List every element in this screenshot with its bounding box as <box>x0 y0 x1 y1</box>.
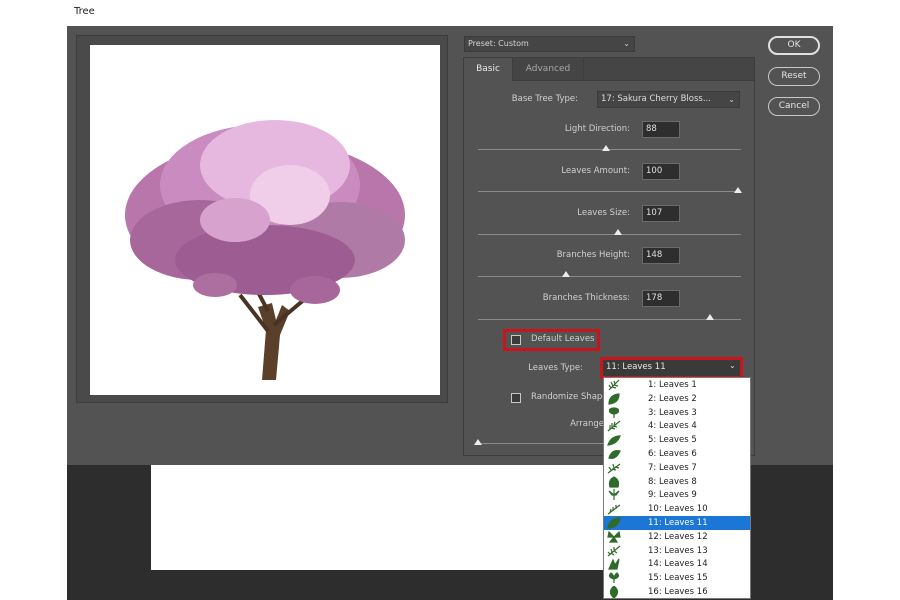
arrange-thumb[interactable] <box>474 439 482 445</box>
leaves-size-slider[interactable] <box>478 234 741 235</box>
leaves-option-label: 12: Leaves 12 <box>648 531 708 542</box>
leaves-amount-thumb[interactable] <box>734 187 742 193</box>
tab-basic[interactable]: Basic <box>464 58 513 81</box>
leaf-icon <box>607 463 621 474</box>
leaves-option[interactable]: 1: Leaves 1 <box>604 378 750 392</box>
leaves-option[interactable]: 7: Leaves 7 <box>604 461 750 475</box>
light-direction-label: Light Direction: <box>564 124 630 134</box>
leaf-icon <box>608 393 620 405</box>
leaves-option-label: 6: Leaves 6 <box>648 449 697 459</box>
leaves-size-input[interactable]: 107 <box>642 205 680 222</box>
leaves-option[interactable]: 16: Leaves 16 <box>604 585 750 598</box>
branches-thickness-label: Branches Thickness: <box>542 293 630 303</box>
branches-thickness-thumb[interactable] <box>706 314 714 320</box>
branches-thickness-input[interactable]: 178 <box>642 290 680 307</box>
tree-preview <box>90 45 440 395</box>
leaves-option-label: 15: Leaves 15 <box>648 573 708 584</box>
ok-button[interactable]: OK <box>768 36 820 55</box>
leaves-option[interactable]: 9: Leaves 9 <box>604 488 750 502</box>
leaves-option[interactable]: 4: Leaves 4 <box>604 419 750 433</box>
leaves-type-dropdown[interactable]: 1: Leaves 1 2: Leaves 2 3: Leaves 3 4: Leav… <box>603 377 751 599</box>
leaves-option-label: 2: Leaves 2 <box>648 393 697 404</box>
leaves-option[interactable]: 2: Leaves 2 <box>604 392 750 406</box>
leaves-option[interactable]: 15: Leaves 15 <box>604 571 750 585</box>
leaves-type-highlight <box>600 357 743 379</box>
leaves-option[interactable]: 10: Leaves 10 <box>604 502 750 516</box>
leaves-option-label: 8: Leaves 8 <box>648 476 697 487</box>
branches-height-slider[interactable] <box>478 276 741 277</box>
leaves-amount-slider[interactable] <box>478 191 741 192</box>
leaves-option-label: 13: Leaves 13 <box>648 545 708 556</box>
leaves-option[interactable]: 14: Leaves 14 <box>604 557 750 571</box>
branches-height-input[interactable]: 148 <box>642 247 680 264</box>
window-title: Tree <box>74 6 95 17</box>
leaves-option[interactable]: 3: Leaves 3 <box>604 406 750 420</box>
cancel-button[interactable]: Cancel <box>768 97 820 116</box>
cherry-tree-image <box>125 120 405 380</box>
randomize-shape-label: Randomize Shape <box>531 392 603 402</box>
leaves-option-label: 14: Leaves 14 <box>648 559 708 570</box>
leaf-icon <box>607 420 621 432</box>
chevron-down-icon: ⌄ <box>728 95 735 104</box>
light-direction-input[interactable]: 88 <box>642 121 680 138</box>
leaves-option-label: 9: Leaves 9 <box>648 490 697 501</box>
leaves-option-label: 11: Leaves 11 <box>648 518 708 528</box>
randomize-shape-checkbox[interactable] <box>511 393 521 403</box>
chevron-down-icon: ⌄ <box>623 39 630 48</box>
light-direction-thumb[interactable] <box>602 145 610 151</box>
leaf-icon <box>608 572 620 584</box>
leaf-icon <box>608 450 621 459</box>
leaves-amount-input[interactable]: 100 <box>642 163 680 180</box>
leaf-icon <box>609 586 619 598</box>
leaves-option-label: 10: Leaves 10 <box>648 504 708 515</box>
leaves-option-label: 7: Leaves 7 <box>648 462 697 473</box>
leaves-size-thumb[interactable] <box>614 229 622 235</box>
leaf-icon <box>608 558 620 570</box>
default-leaves-checkbox[interactable] <box>511 335 521 345</box>
leaf-icon <box>607 517 621 529</box>
arrange-label: Arrange <box>570 419 604 429</box>
tab-advanced[interactable]: Advanced <box>513 58 584 81</box>
leaves-option-label: 16: Leaves 16 <box>648 587 708 597</box>
leaves-option[interactable]: 8: Leaves 8 <box>604 475 750 489</box>
leaves-option-label: 5: Leaves 5 <box>648 435 697 446</box>
base-tree-type-value: 17: Sakura Cherry Bloss... <box>601 94 711 104</box>
base-tree-type-label: Base Tree Type: <box>511 94 578 104</box>
leaf-icon <box>607 435 621 446</box>
leaf-icon <box>608 475 620 488</box>
leaves-option[interactable]: 13: Leaves 13 <box>604 544 750 558</box>
leaves-size-label: Leaves Size: <box>577 208 630 218</box>
leaf-icon <box>608 489 620 501</box>
branches-height-thumb[interactable] <box>562 271 570 277</box>
leaves-option[interactable]: 6: Leaves 6 <box>604 447 750 461</box>
leaves-option-label: 4: Leaves 4 <box>648 421 697 432</box>
branches-height-label: Branches Height: <box>556 250 630 260</box>
base-tree-type-select[interactable]: 17: Sakura Cherry Bloss... ⌄ <box>597 91 740 108</box>
leaves-option[interactable]: 11: Leaves 11 <box>604 516 750 530</box>
reset-button[interactable]: Reset <box>768 67 820 86</box>
leaf-icon <box>608 406 620 418</box>
leaf-icon <box>607 504 621 515</box>
leaf-icon <box>607 545 621 557</box>
leaves-option[interactable]: 12: Leaves 12 <box>604 530 750 544</box>
leaves-amount-label: Leaves Amount: <box>561 166 630 176</box>
default-leaves-label: Default Leaves <box>531 334 595 344</box>
leaves-option-label: 1: Leaves 1 <box>648 380 697 390</box>
leaf-icon <box>607 530 621 543</box>
leaves-option[interactable]: 5: Leaves 5 <box>604 433 750 447</box>
leaves-option-label: 3: Leaves 3 <box>648 407 697 418</box>
leaf-icon <box>608 379 620 391</box>
preset-select[interactable]: Preset: Custom ⌄ <box>464 36 635 52</box>
branches-thickness-slider[interactable] <box>478 319 741 320</box>
leaves-type-label: Leaves Type: <box>528 363 583 373</box>
preset-label: Preset: Custom <box>468 39 529 48</box>
